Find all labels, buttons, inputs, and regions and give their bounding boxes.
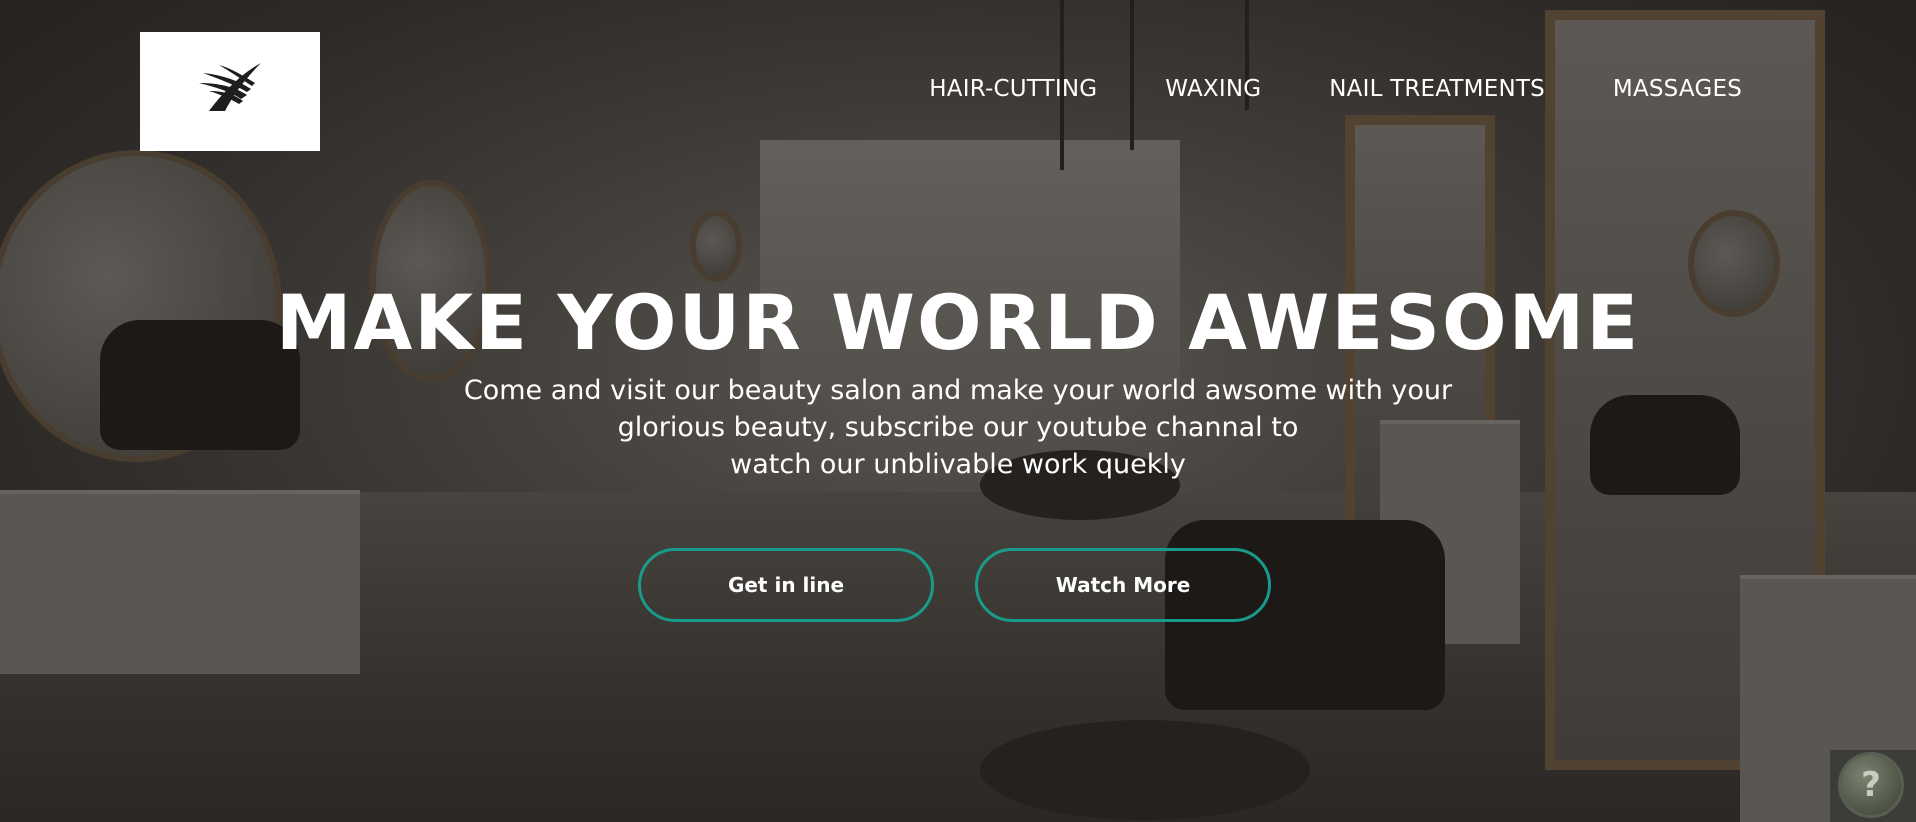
- subtitle-line: Come and visit our beauty salon and make…: [463, 375, 1453, 406]
- chat-bubble-icon[interactable]: ?: [1838, 752, 1904, 818]
- site-logo[interactable]: [140, 32, 320, 151]
- main-nav: HAIR-CUTTING WAXING NAIL TREATMENTS MASS…: [861, 76, 1742, 102]
- wing-icon: [195, 61, 265, 123]
- hero-section: HAIR-CUTTING WAXING NAIL TREATMENTS MASS…: [0, 0, 1916, 822]
- nav-item-waxing[interactable]: WAXING: [1165, 76, 1261, 102]
- subtitle-line: glorious beauty, subscribe our youtube c…: [617, 412, 1299, 443]
- get-in-line-button[interactable]: Get in line: [638, 548, 934, 622]
- hero-headline: MAKE YOUR WORLD AWESOME: [275, 278, 1641, 367]
- nav-item-hair-cutting[interactable]: HAIR-CUTTING: [929, 76, 1097, 102]
- nav-item-massages[interactable]: MASSAGES: [1613, 76, 1742, 102]
- nav-item-nail-treatments[interactable]: NAIL TREATMENTS: [1329, 76, 1545, 102]
- watch-more-button[interactable]: Watch More: [975, 548, 1271, 622]
- subtitle-line: watch our unblivable work quekly: [730, 449, 1186, 480]
- hero-subtitle: Come and visit our beauty salon and make…: [420, 372, 1496, 483]
- chat-widget[interactable]: ?: [1830, 750, 1916, 822]
